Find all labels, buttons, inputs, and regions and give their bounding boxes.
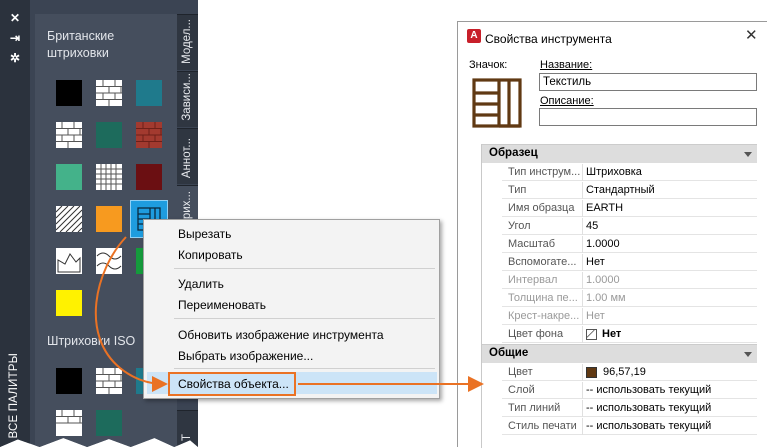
hatch-tool-wave[interactable] bbox=[96, 248, 122, 274]
menu-item-rename[interactable]: Переименовать bbox=[178, 298, 266, 312]
prop-row-crosshatch: Крест-накре... Нет bbox=[482, 308, 757, 325]
menu-separator bbox=[174, 268, 435, 269]
prop-row-auxiliary[interactable]: Вспомогате... Нет bbox=[482, 254, 757, 271]
hatch-tool-solid-black[interactable] bbox=[56, 80, 82, 106]
section-general[interactable]: Общие bbox=[482, 344, 757, 363]
hatch-tool-maroon[interactable] bbox=[136, 164, 162, 190]
close-icon[interactable]: ✕ bbox=[745, 28, 758, 43]
prop-row-type[interactable]: Тип Стандартный bbox=[482, 182, 757, 199]
hatch-tool-elevation[interactable] bbox=[56, 248, 82, 274]
group-title-iso: Штриховки ISO bbox=[47, 334, 136, 348]
prop-row-pen-width: Толщина пе... 1.00 мм bbox=[482, 290, 757, 307]
hatch-tool-brick-red[interactable] bbox=[136, 122, 162, 148]
iso-tool-dark-green[interactable] bbox=[96, 410, 122, 436]
menu-separator bbox=[174, 368, 435, 369]
properties-callout-box bbox=[168, 372, 296, 396]
menu-item-update-image[interactable]: Обновить изображение инструмента bbox=[178, 328, 384, 342]
description-label: Описание: bbox=[540, 95, 594, 107]
no-fill-icon bbox=[586, 329, 597, 340]
tool-properties-dialog: A Свойства инструмента ✕ Значок: Названи… bbox=[457, 21, 767, 448]
tab-modeling[interactable]: Модел... bbox=[177, 14, 198, 70]
hatch-tool-brick-white-2[interactable] bbox=[56, 122, 82, 148]
menu-separator bbox=[174, 318, 435, 319]
iso-tool-solid-black[interactable] bbox=[56, 368, 82, 394]
tab-constraints[interactable]: Зависи... bbox=[177, 71, 198, 127]
app-logo-icon: A bbox=[467, 29, 481, 43]
palette-title: ВСЕ ПАЛИТРЫ bbox=[8, 353, 20, 439]
prop-row-plot-style[interactable]: Стиль печати -- использовать текущий bbox=[482, 418, 757, 435]
palette-title-strip: ✕ ⇥ ✲ ВСЕ ПАЛИТРЫ bbox=[0, 0, 30, 447]
name-field[interactable]: Текстиль bbox=[539, 73, 757, 91]
hatch-tool-yellow[interactable] bbox=[56, 290, 82, 316]
dialog-title: Свойства инструмента bbox=[485, 32, 612, 46]
prop-row-scale[interactable]: Масштаб 1.0000 bbox=[482, 236, 757, 253]
earth-pattern-icon bbox=[471, 77, 523, 129]
collapse-icon[interactable] bbox=[744, 352, 752, 357]
menu-item-delete[interactable]: Удалить bbox=[178, 277, 224, 291]
name-label: Название: bbox=[540, 59, 593, 71]
hatch-tool-teal[interactable] bbox=[136, 80, 162, 106]
description-field[interactable] bbox=[539, 108, 757, 126]
hatch-tool-dark-green[interactable] bbox=[96, 122, 122, 148]
prop-row-angle[interactable]: Угол 45 bbox=[482, 218, 757, 235]
prop-row-pattern-name[interactable]: Имя образца EARTH bbox=[482, 200, 757, 217]
hatch-tool-brick-white[interactable] bbox=[96, 80, 122, 106]
iso-tool-brick-white-2[interactable] bbox=[56, 410, 82, 436]
menu-item-cut[interactable]: Вырезать bbox=[178, 227, 231, 241]
hatch-tool-mint[interactable] bbox=[56, 164, 82, 190]
prop-row-background-color[interactable]: Цвет фона Нет bbox=[482, 326, 757, 343]
prop-row-spacing: Интервал 1.0000 bbox=[482, 272, 757, 289]
color-swatch bbox=[586, 367, 597, 378]
hatch-tool-orange[interactable] bbox=[96, 206, 122, 232]
prop-row-color[interactable]: Цвет 96,57,19 bbox=[482, 364, 757, 381]
group-title-british: Британские штриховки bbox=[47, 29, 115, 60]
hatch-tool-grid[interactable] bbox=[96, 164, 122, 190]
hatch-tool-diagonal[interactable] bbox=[56, 206, 82, 232]
menu-item-copy[interactable]: Копировать bbox=[178, 248, 243, 262]
tab-annotation[interactable]: Аннот... bbox=[177, 128, 198, 184]
prop-row-tool-type[interactable]: Тип инструм... Штриховка bbox=[482, 164, 757, 181]
prop-row-layer[interactable]: Слой -- использовать текущий bbox=[482, 382, 757, 399]
menu-item-choose-image[interactable]: Выбрать изображение... bbox=[178, 349, 313, 363]
collapse-icon[interactable] bbox=[744, 152, 752, 157]
section-pattern[interactable]: Образец bbox=[482, 144, 757, 163]
icon-label: Значок: bbox=[469, 59, 508, 71]
properties-grid: Образец Тип инструм... Штриховка Тип Станд… bbox=[481, 144, 757, 448]
iso-tool-brick-white[interactable] bbox=[96, 368, 122, 394]
tab-tables[interactable]: Т bbox=[177, 410, 198, 447]
prop-row-linetype[interactable]: Тип линий -- использовать текущий bbox=[482, 400, 757, 417]
